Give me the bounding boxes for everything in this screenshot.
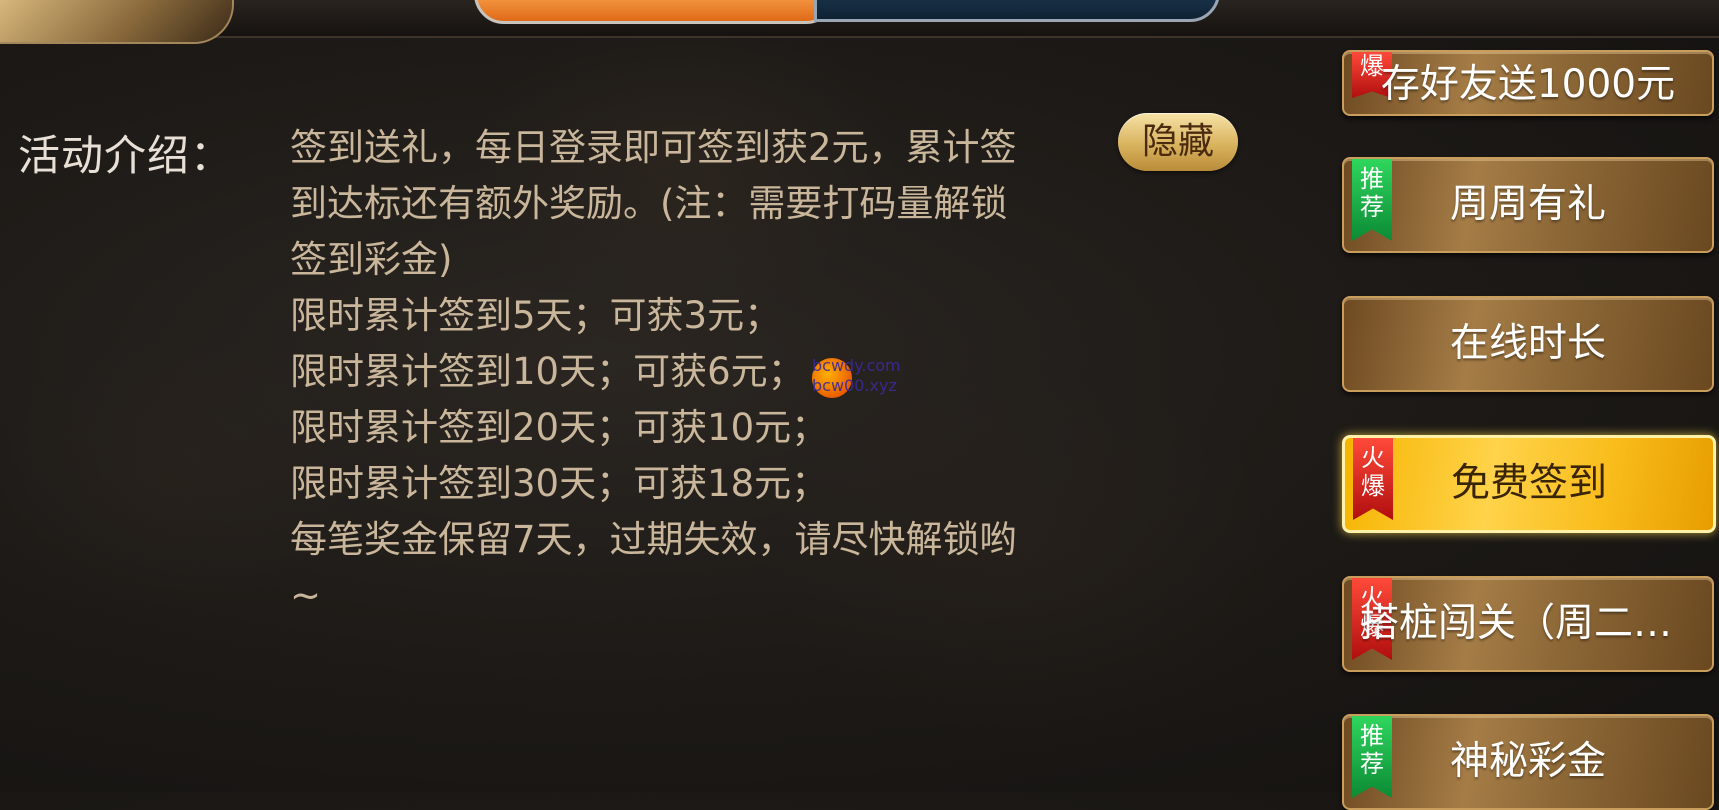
intro-line: 限时累计签到30天；可获18元；	[290, 462, 829, 505]
watermark-line-1: bcwdy.com	[812, 356, 901, 375]
top-bar	[0, 0, 1719, 44]
intro-text: 签到送礼，每日登录即可签到获2元，累计签 到达标还有额外奖励。(注：需要打码量解…	[290, 120, 1080, 624]
intro-line: 签到送礼，每日登录即可签到获2元，累计签	[290, 126, 1017, 169]
intro-line: 签到彩金)	[290, 238, 453, 281]
watermark-text: bcwdy.com bcw00.xyz	[812, 356, 901, 396]
intro-line: 到达标还有额外奖励。(注：需要打码量解锁	[290, 182, 1008, 225]
intro-line: 限时累计签到5天；可获3元；	[290, 294, 782, 337]
menu-item-label: 周周有礼	[1449, 182, 1606, 227]
intro-label: 活动介绍：	[18, 131, 234, 180]
menu-item-label: 搭桩闯关（周二、…	[1360, 601, 1712, 646]
menu-item-label: 免费签到	[1450, 461, 1607, 506]
hide-button[interactable]: 隐藏	[1118, 113, 1238, 171]
menu-item-label: 存好友送1000元	[1380, 62, 1676, 107]
menu-item-label: 在线时长	[1449, 321, 1606, 366]
top-tab[interactable]	[814, 0, 1220, 22]
intro-line: 每笔奖金保留7天，过期失效，请尽快解锁哟	[290, 518, 1017, 561]
menu-item-online-time[interactable]: 在线时长	[1342, 296, 1714, 392]
intro-line: ~	[290, 574, 322, 617]
watermark-line-2: bcw00.xyz	[812, 376, 897, 395]
menu-item-free-signin[interactable]: 火爆 免费签到	[1342, 435, 1716, 533]
menu-item-weekly-gift[interactable]: 推荐 周周有礼	[1342, 157, 1714, 253]
menu-item-invite-friends[interactable]: 爆 存好友送1000元	[1342, 50, 1714, 116]
menu-item-mystery-bonus[interactable]: 推荐 神秘彩金	[1342, 714, 1714, 810]
menu-item-label: 神秘彩金	[1449, 739, 1606, 784]
top-tab-active[interactable]	[474, 0, 836, 24]
watermark: bcwdy.com bcw00.xyz	[812, 356, 922, 400]
intro-line: 限时累计签到20天；可获10元；	[290, 406, 829, 449]
game-logo	[0, 0, 234, 44]
menu-item-challenge[interactable]: 火爆 搭桩闯关（周二、…	[1342, 576, 1714, 672]
intro-line: 限时累计签到10天；可获6元；	[290, 350, 805, 393]
